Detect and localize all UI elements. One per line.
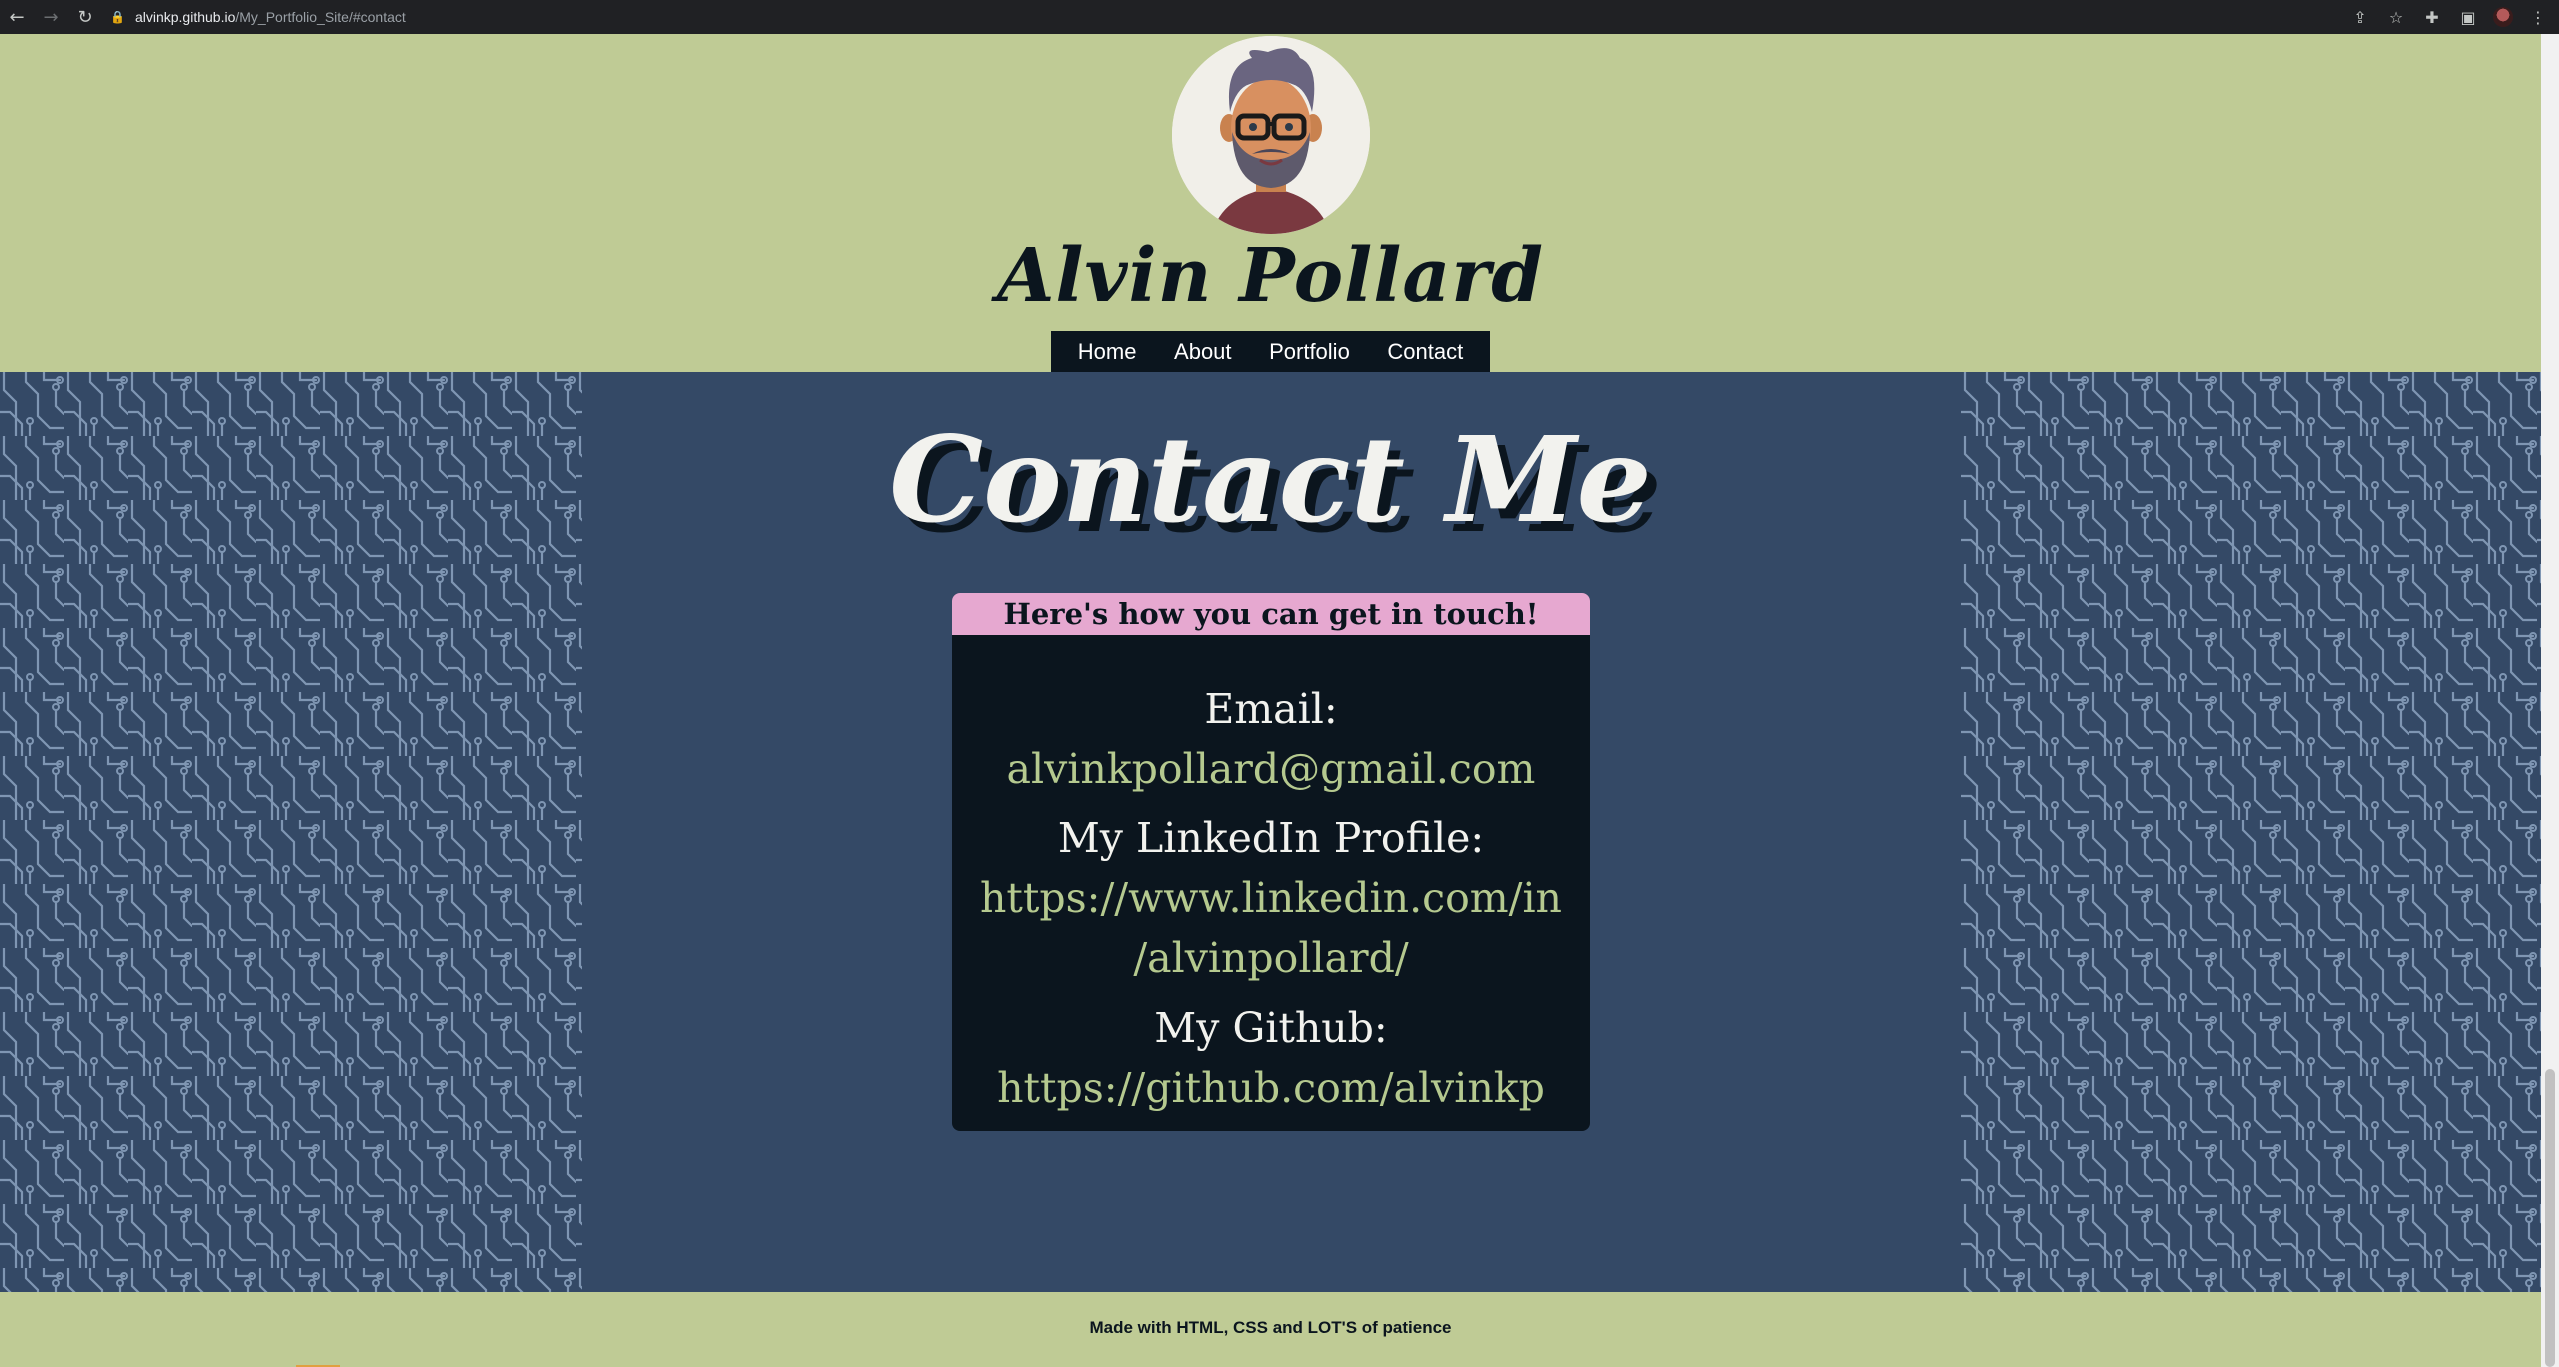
url-path: /My_Portfolio_Site/#contact [235,9,406,25]
lock-icon[interactable]: 🔒 [110,10,125,24]
email-label: Email: [1204,685,1338,733]
contact-heading: Contact Me [889,410,1652,549]
browser-toolbar: ← → ↻ 🔒 alvinkp.github.io/My_Portfolio_S… [0,0,2559,34]
url-host: alvinkp.github.io [134,9,236,25]
linkedin-link-line2[interactable]: /alvinpollard/ [1133,934,1408,982]
nav-home[interactable]: Home [1078,339,1137,365]
email-link[interactable]: alvinkpollard@gmail.com [952,739,1590,799]
browser-actions: ⇪ ☆ ✚ ▣ ⋮ [2349,0,2549,34]
github-label: My Github: [1154,1004,1388,1052]
profile-avatar[interactable] [2493,7,2513,27]
linkedin-link-line1[interactable]: https://www.linkedin.com/in [980,874,1562,922]
side-panel-icon[interactable]: ▣ [2457,8,2479,27]
card-body: Email: alvinkpollard@gmail.com My Linked… [952,635,1590,1118]
browser-menu-icon[interactable]: ⋮ [2527,8,2549,27]
contact-section: Contact Me Here's how you can get in tou… [0,372,2541,1292]
nav-about[interactable]: About [1174,339,1232,365]
github-link[interactable]: https://github.com/alvinkp [952,1058,1590,1118]
site-footer: Made with HTML, CSS and LOT'S of patienc… [0,1292,2541,1367]
nav-portfolio[interactable]: Portfolio [1269,339,1350,365]
extensions-icon[interactable]: ✚ [2421,8,2443,27]
card-title: Here's how you can get in touch! [952,593,1590,635]
back-icon[interactable]: ← [0,0,34,34]
linkedin-label: My LinkedIn Profile: [1057,814,1485,862]
avatar [1172,36,1370,234]
scrollbar-thumb[interactable] [2545,1069,2555,1367]
site-header: Alvin Pollard Home About Portfolio Conta… [0,34,2541,372]
bookmark-star-icon[interactable]: ☆ [2385,8,2407,27]
contact-card: Here's how you can get in touch! Email: … [952,593,1590,1131]
share-icon[interactable]: ⇪ [2349,8,2371,27]
reload-icon[interactable]: ↻ [68,0,102,34]
linkedin-link[interactable]: https://www.linkedin.com/in /alvinpollar… [952,868,1590,988]
footer-text: Made with HTML, CSS and LOT'S of patienc… [1089,1318,1452,1337]
avatar-illustration [1172,36,1370,234]
site-title: Alvin Pollard [996,233,1545,319]
forward-icon[interactable]: → [34,0,68,34]
address-bar[interactable]: 🔒 alvinkp.github.io/My_Portfolio_Site/#c… [110,4,2400,30]
page-scrollbar[interactable] [2541,34,2559,1367]
nav-contact[interactable]: Contact [1387,339,1463,365]
main-nav: Home About Portfolio Contact [1051,331,1490,372]
